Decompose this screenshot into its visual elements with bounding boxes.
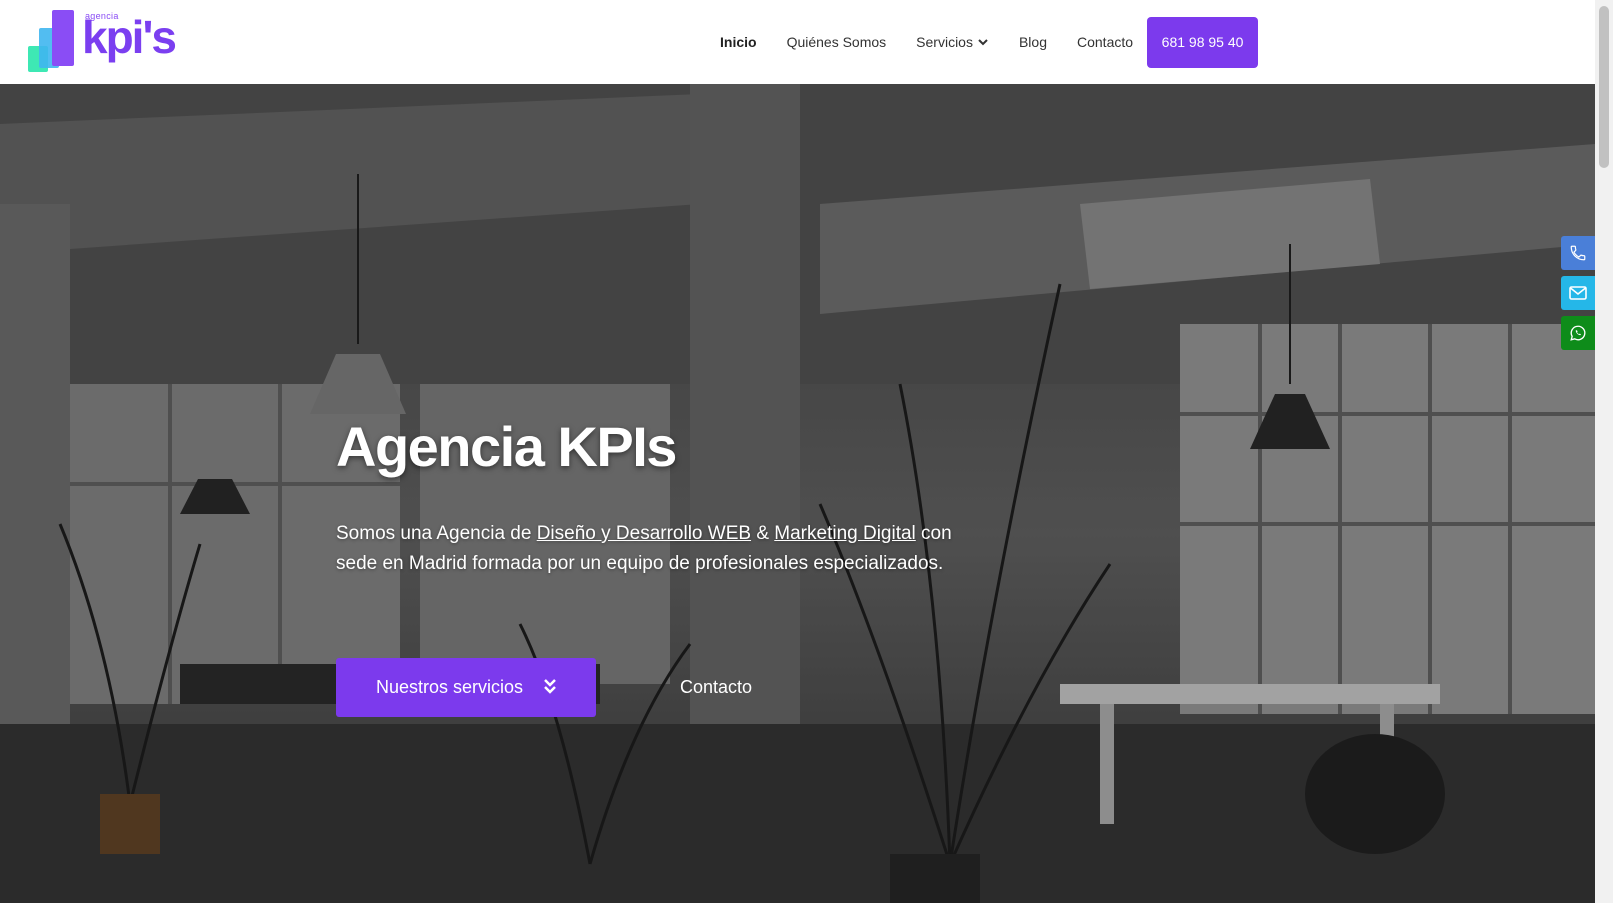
- agencia-kpis-logo[interactable]: agencia kpi's: [28, 8, 188, 76]
- hero-section: Agencia KPIs Somos una Agencia de Diseño…: [0, 84, 1595, 903]
- nav-item-contacto[interactable]: Contacto: [1077, 34, 1133, 50]
- nuestros-servicios-label: Nuestros servicios: [376, 677, 524, 697]
- hero-text-part1: Somos una Agencia de: [336, 523, 537, 544]
- side-mail-button[interactable]: [1561, 276, 1595, 310]
- scrollbar-thumb[interactable]: [1599, 6, 1609, 168]
- phone-button[interactable]: 681 98 95 40: [1147, 16, 1259, 68]
- side-phone-button[interactable]: [1561, 236, 1595, 270]
- mail-icon: [1569, 286, 1587, 300]
- side-whatsapp-button[interactable]: [1561, 316, 1595, 350]
- phone-icon: [1570, 245, 1586, 261]
- logo-bar-purple: [52, 10, 74, 66]
- office-background-image: [0, 84, 1595, 903]
- hero-text-part2: &: [751, 523, 775, 544]
- link-marketing-digital[interactable]: Marketing Digital: [774, 523, 916, 544]
- link-diseno-desarrollo-web[interactable]: Diseño y Desarrollo WEB: [537, 523, 751, 544]
- site-header: agencia kpi's Inicio Quiénes Somos Servi…: [0, 0, 1595, 84]
- nav-item-quienes-somos[interactable]: Quiénes Somos: [787, 34, 887, 50]
- contacto-button[interactable]: Contacto: [680, 658, 752, 717]
- main-nav: Inicio Quiénes Somos Servicios Blog Cont…: [720, 0, 1259, 84]
- nav-item-servicios-label: Servicios: [916, 34, 973, 50]
- whatsapp-icon: [1570, 325, 1586, 341]
- scrollbar[interactable]: [1595, 0, 1613, 903]
- nav-item-blog[interactable]: Blog: [1019, 34, 1047, 50]
- hero-description: Somos una Agencia de Diseño y Desarrollo…: [336, 519, 956, 579]
- hero-title: Agencia KPIs: [336, 415, 677, 478]
- nav-item-inicio[interactable]: Inicio: [720, 34, 757, 50]
- nav-item-servicios[interactable]: Servicios: [916, 34, 989, 50]
- chevron-down-icon: [978, 39, 988, 46]
- double-chevron-down-icon: [544, 679, 556, 694]
- logo-big-text: kpi's: [82, 11, 177, 63]
- nuestros-servicios-button[interactable]: Nuestros servicios: [336, 658, 596, 717]
